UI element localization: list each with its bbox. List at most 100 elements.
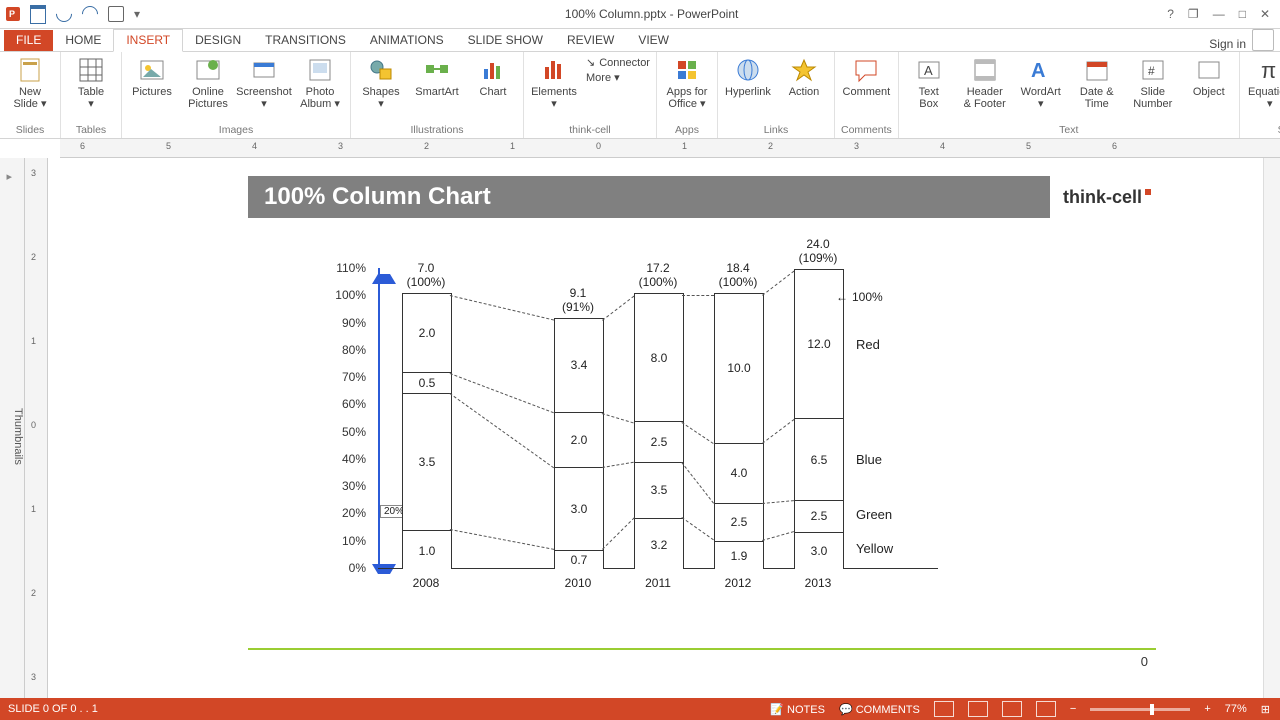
fit-to-window-button[interactable]: ⊞ [1261, 703, 1270, 716]
y-tick: 0% [349, 561, 366, 575]
chart-segment-green[interactable]: 3.5 [403, 393, 451, 530]
tab-home[interactable]: HOME [53, 30, 113, 51]
date-time-button[interactable]: Date & Time [1073, 56, 1121, 110]
hyperlink-button[interactable]: Hyperlink [724, 56, 772, 98]
thumbnails-pane-toggle[interactable]: Thumbnails [0, 158, 25, 706]
tab-design[interactable]: DESIGN [183, 30, 253, 51]
chart-segment-green[interactable]: 3.0 [555, 467, 603, 550]
chart-segment-red[interactable]: 3.4 [555, 319, 603, 412]
comment-button[interactable]: Comment [842, 56, 890, 98]
reference-100-label: 100% [836, 290, 883, 304]
chart-column[interactable]: 10.04.02.51.9 [714, 293, 764, 568]
connector-line [602, 462, 634, 468]
tab-view[interactable]: VIEW [626, 30, 681, 51]
chart-segment-red[interactable]: 2.0 [403, 294, 451, 372]
notes-button[interactable]: 📝 NOTES [770, 703, 825, 716]
chart-segment-red[interactable]: 8.0 [635, 294, 683, 421]
tab-slideshow[interactable]: SLIDE SHOW [456, 30, 555, 51]
connector-line [602, 413, 634, 424]
screenshot-button[interactable]: Screenshot ▾ [240, 56, 288, 110]
reading-view-button[interactable] [1002, 701, 1022, 717]
object-button[interactable]: Object [1185, 56, 1233, 98]
qat-more-icon[interactable]: ▾ [134, 7, 140, 21]
vertical-scrollbar[interactable] [1263, 158, 1280, 706]
group-comments-label: Comments [841, 124, 892, 137]
normal-view-button[interactable] [934, 701, 954, 717]
sorter-view-button[interactable] [968, 701, 988, 717]
shapes-button[interactable]: Shapes ▾ [357, 56, 405, 110]
chart-column[interactable]: 8.02.53.53.2 [634, 293, 684, 568]
help-button[interactable]: ? [1167, 7, 1174, 21]
group-tables-label: Tables [76, 124, 106, 137]
tab-file[interactable]: FILE [4, 30, 53, 51]
connector-line [602, 517, 635, 549]
chart-segment-green[interactable]: 2.5 [715, 503, 763, 541]
series-label-blue: Blue [856, 452, 882, 467]
table-button[interactable]: Table ▾ [67, 56, 115, 110]
undo-icon[interactable] [53, 3, 76, 26]
tab-insert[interactable]: INSERT [113, 29, 183, 52]
comments-button[interactable]: 💬 COMMENTS [839, 703, 920, 716]
chart-segment-yellow[interactable]: 3.2 [635, 518, 683, 570]
pictures-button[interactable]: Pictures [128, 56, 176, 98]
slide-number-button[interactable]: #Slide Number [1129, 56, 1177, 110]
slideshow-view-button[interactable] [1036, 701, 1056, 717]
chart-segment-blue[interactable]: 4.0 [715, 443, 763, 503]
chart-segment-yellow[interactable]: 3.0 [795, 532, 843, 570]
tab-transitions[interactable]: TRANSITIONS [253, 30, 358, 51]
slide-footer: 0 [248, 648, 1156, 669]
new-slide-button[interactable]: New Slide ▾ [6, 56, 54, 110]
wordart-button[interactable]: AWordArt ▾ [1017, 56, 1065, 110]
slide-title[interactable]: 100% Column Chart [248, 176, 1148, 218]
online-pictures-button[interactable]: Online Pictures [184, 56, 232, 110]
equation-button[interactable]: πEquation ▾ [1246, 56, 1280, 110]
chart-column[interactable]: 3.42.03.00.7 [554, 318, 604, 568]
chart-segment-blue[interactable]: 2.0 [555, 412, 603, 468]
chart-segment-yellow[interactable]: 1.9 [715, 541, 763, 570]
zoom-in-button[interactable]: + [1204, 703, 1210, 715]
header-footer-button[interactable]: Header & Footer [961, 56, 1009, 110]
redo-icon[interactable] [79, 3, 102, 26]
zoom-slider[interactable] [1090, 708, 1190, 711]
user-avatar[interactable] [1252, 29, 1274, 51]
chart-segment-yellow[interactable]: 1.0 [403, 530, 451, 570]
chart-column[interactable]: 2.00.53.51.0 [402, 293, 452, 568]
chart-segment-green[interactable]: 2.5 [795, 500, 843, 532]
text-box-button[interactable]: AText Box [905, 56, 953, 110]
plot-area[interactable]: 2.00.53.51.07.0(100%)20083.42.03.00.79.1… [378, 268, 938, 569]
slide-canvas[interactable]: 100% Column Chart think-cell 110%100%90%… [48, 158, 1263, 706]
save-icon[interactable] [30, 5, 46, 24]
smartart-button[interactable]: SmartArt [413, 56, 461, 98]
thinkcell-elements-button[interactable]: Elements ▾ [530, 56, 578, 110]
chart-column[interactable]: 12.06.52.53.0 [794, 269, 844, 568]
chart-segment-blue[interactable]: 6.5 [795, 418, 843, 500]
series-label-yellow: Yellow [856, 541, 893, 556]
photo-album-button[interactable]: Photo Album ▾ [296, 56, 344, 110]
close-button[interactable]: ✕ [1260, 7, 1270, 21]
group-apps-label: Apps [675, 124, 699, 137]
touch-mode-icon[interactable] [108, 6, 124, 22]
chart-segment-green[interactable]: 3.5 [635, 462, 683, 518]
zoom-out-button[interactable]: − [1070, 703, 1076, 715]
minimize-button[interactable]: — [1213, 7, 1225, 21]
column-chart[interactable]: 110%100%90%80%70%60%50%40%30%20%10%0% 20… [308, 268, 948, 648]
chart-segment-yellow[interactable]: 0.7 [555, 550, 603, 570]
sign-in-link[interactable]: Sign in [1209, 37, 1246, 51]
chart-segment-red[interactable]: 10.0 [715, 294, 763, 442]
thinkcell-more-button[interactable]: More ▾ [586, 71, 650, 84]
thinkcell-connector-button[interactable]: ↘Connector [586, 56, 650, 69]
chart-segment-blue[interactable]: 2.5 [635, 421, 683, 462]
quick-access-toolbar: ▾ [0, 5, 146, 24]
zoom-level[interactable]: 77% [1225, 703, 1247, 715]
connector-line [762, 500, 794, 504]
action-button[interactable]: Action [780, 56, 828, 98]
powerpoint-icon [6, 7, 20, 21]
maximize-button[interactable]: □ [1239, 7, 1246, 21]
tab-animations[interactable]: ANIMATIONS [358, 30, 456, 51]
ribbon-display-button[interactable]: ❐ [1188, 7, 1199, 21]
tab-review[interactable]: REVIEW [555, 30, 626, 51]
chart-segment-blue[interactable]: 0.5 [403, 372, 451, 392]
chart-button[interactable]: Chart [469, 56, 517, 98]
apps-button[interactable]: Apps for Office ▾ [663, 56, 711, 110]
connector-line [449, 393, 554, 468]
